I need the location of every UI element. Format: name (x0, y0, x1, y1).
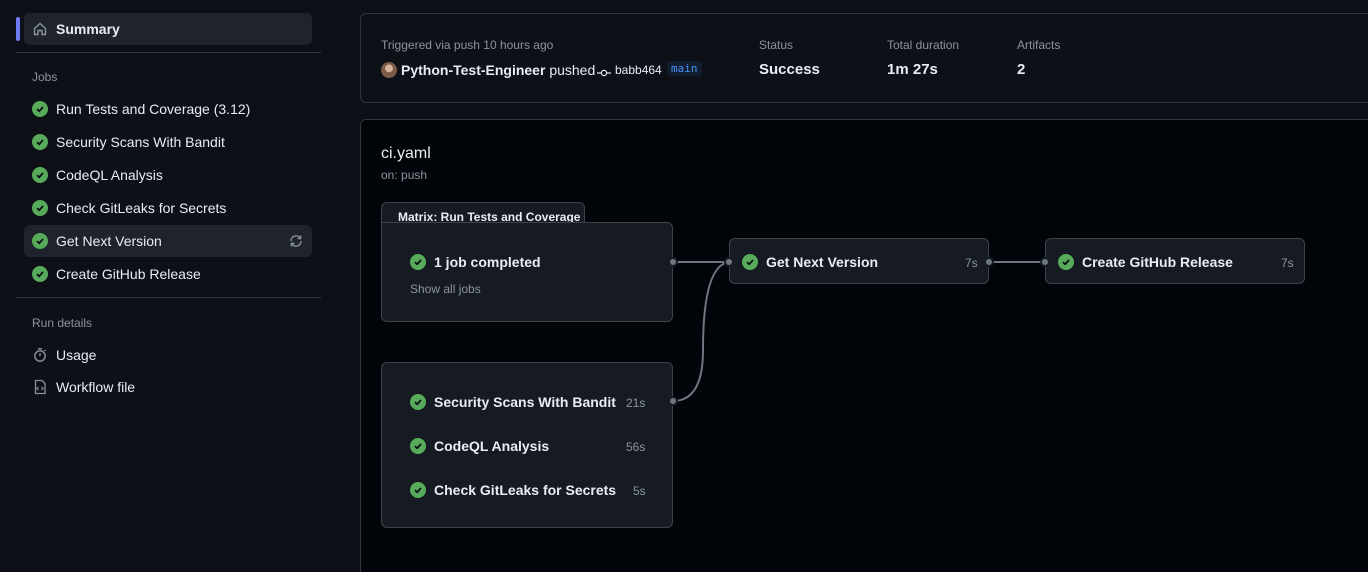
home-icon (32, 21, 48, 37)
check-circle-icon (32, 134, 48, 150)
active-indicator (16, 17, 20, 41)
status-label: Status (759, 38, 794, 52)
show-all-jobs-link[interactable]: Show all jobs (410, 282, 481, 296)
job-label: CodeQL Analysis (434, 438, 550, 454)
job-duration: 7s (1281, 256, 1294, 270)
sidebar-item-job[interactable]: Check GitLeaks for Secrets (24, 192, 312, 224)
matrix-job-box[interactable] (381, 222, 673, 322)
duration-label: Total duration (887, 38, 960, 52)
matrix-status: 1 job completed (410, 254, 541, 270)
commit-sha: babb464 (615, 63, 662, 77)
sidebar-item-label: CodeQL Analysis (56, 167, 163, 183)
avatar[interactable] (381, 62, 397, 78)
job-get-next-version-row: Get Next Version (742, 254, 878, 270)
workflow-graph: ci.yaml on: push Matrix: Run Tests and C… (360, 119, 1368, 572)
sidebar-item-label: Check GitLeaks for Secrets (56, 200, 227, 216)
run-summary-card: Triggered via push 10 hours ago Python-T… (360, 13, 1368, 103)
sidebar-item-workflow-file[interactable]: Workflow file (24, 371, 312, 403)
check-circle-icon (410, 438, 426, 454)
check-circle-icon (32, 233, 48, 249)
run-details-heading: Run details (32, 316, 93, 330)
artifacts-label: Artifacts (1017, 38, 1061, 52)
jobs-heading: Jobs (32, 70, 58, 84)
check-circle-icon (410, 482, 426, 498)
divider (16, 52, 321, 53)
job-label: Check GitLeaks for Secrets (434, 482, 617, 498)
check-circle-icon (32, 167, 48, 183)
job-label: Security Scans With Bandit (434, 394, 616, 410)
sidebar-item-summary[interactable]: Summary (24, 13, 312, 45)
sidebar-item-label: Usage (56, 347, 97, 363)
job-duration: 56s (626, 440, 646, 454)
sidebar-item-label: Create GitHub Release (56, 266, 201, 282)
commit-link[interactable]: babb464 (597, 63, 662, 77)
duration-value: 1m 27s (887, 61, 938, 78)
job-duration: 5s (633, 484, 646, 498)
sidebar-item-label: Summary (56, 21, 120, 37)
stopwatch-icon (32, 347, 48, 363)
git-commit-icon (597, 66, 611, 77)
job-duration: 21s (626, 396, 646, 410)
matrix-status-label: 1 job completed (434, 254, 541, 270)
job-codeql[interactable]: CodeQL Analysis (410, 438, 549, 454)
job-label: Get Next Version (766, 254, 879, 270)
actor-link[interactable]: Python-Test-Engineer (401, 62, 545, 78)
job-security-scans[interactable]: Security Scans With Bandit (410, 394, 616, 410)
check-circle-icon (1058, 254, 1074, 270)
job-label: Create GitHub Release (1082, 254, 1233, 270)
file-code-icon (32, 379, 48, 395)
trigger-text: Triggered via push 10 hours ago (381, 38, 554, 52)
sidebar: Summary Jobs Run Tests and Coverage (3.1… (0, 0, 336, 572)
artifacts-value[interactable]: 2 (1017, 61, 1025, 78)
sidebar-item-label: Run Tests and Coverage (3.12) (56, 101, 251, 117)
rerun-icon[interactable] (288, 233, 304, 249)
sidebar-item-label: Workflow file (56, 379, 136, 395)
sidebar-item-job[interactable]: CodeQL Analysis (24, 159, 312, 191)
graph-node (668, 257, 678, 267)
job-duration: 7s (965, 256, 978, 270)
graph-node (668, 396, 678, 406)
check-circle-icon (742, 254, 758, 270)
sidebar-item-usage[interactable]: Usage (24, 339, 312, 371)
check-circle-icon (32, 101, 48, 117)
check-circle-icon (410, 254, 426, 270)
divider (16, 297, 321, 298)
sidebar-item-job[interactable]: Security Scans With Bandit (24, 126, 312, 158)
action-text: pushed (549, 62, 596, 78)
sidebar-item-label: Get Next Version (56, 233, 162, 249)
sidebar-item-job[interactable]: Create GitHub Release (24, 258, 312, 290)
actor-line: Python-Test-Engineer pushed (401, 62, 595, 78)
check-circle-icon (32, 266, 48, 282)
job-gitleaks[interactable]: Check GitLeaks for Secrets (410, 482, 616, 498)
sidebar-item-job[interactable]: Run Tests and Coverage (3.12) (24, 93, 312, 125)
sidebar-item-label: Security Scans With Bandit (56, 134, 225, 150)
graph-node (724, 257, 734, 267)
job-create-release-row: Create GitHub Release (1058, 254, 1233, 270)
sidebar-item-job[interactable]: Get Next Version (24, 225, 312, 257)
branch-label[interactable]: main (667, 61, 702, 76)
check-circle-icon (32, 200, 48, 216)
graph-node (984, 257, 994, 267)
graph-node (1040, 257, 1050, 267)
status-value: Success (759, 61, 820, 78)
check-circle-icon (410, 394, 426, 410)
